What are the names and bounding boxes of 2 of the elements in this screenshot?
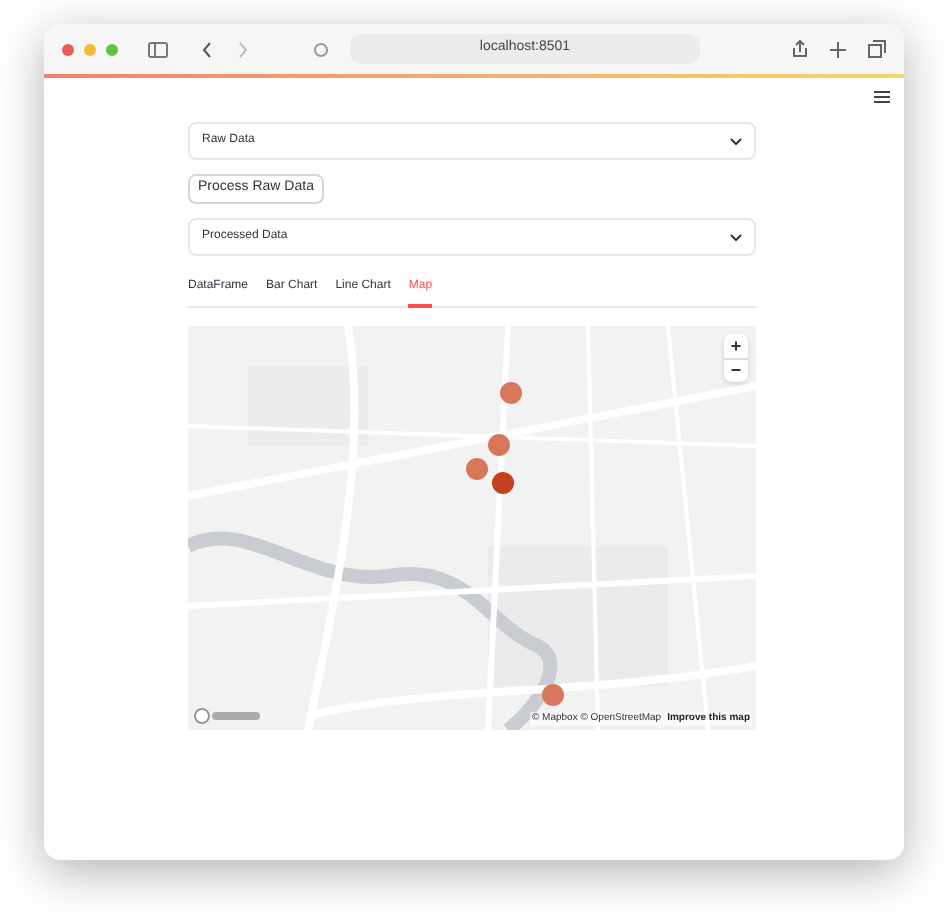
zoom-out-button[interactable]: − bbox=[724, 358, 748, 382]
zoom-in-button[interactable]: + bbox=[724, 334, 748, 358]
